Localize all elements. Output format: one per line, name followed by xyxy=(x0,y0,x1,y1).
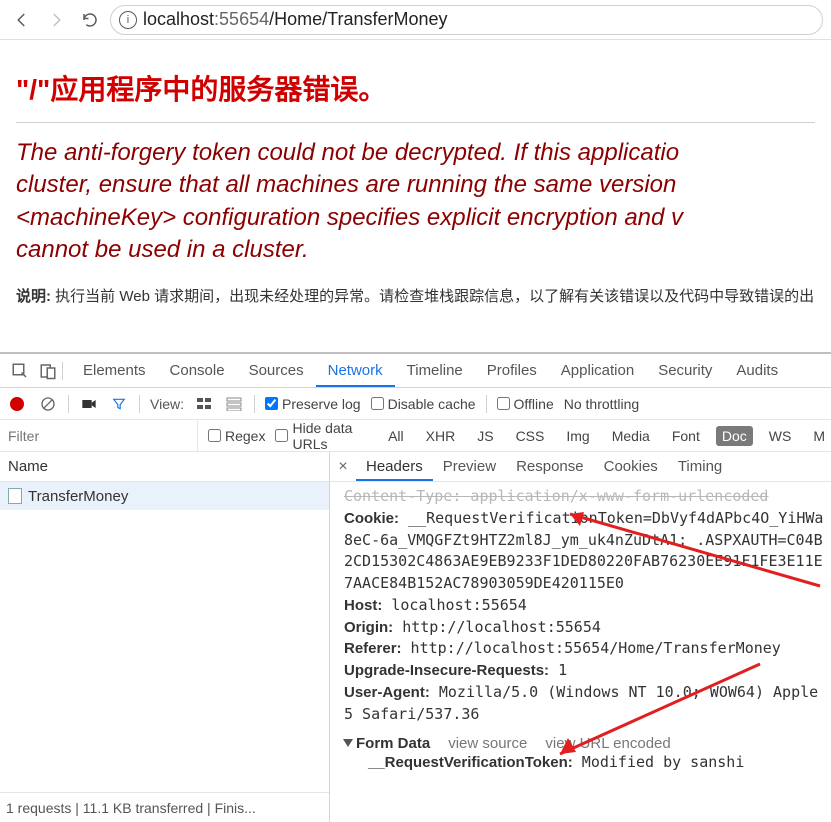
tab-profiles[interactable]: Profiles xyxy=(475,354,549,387)
view-large-icon[interactable] xyxy=(194,394,214,414)
clear-icon[interactable] xyxy=(38,394,58,414)
filter-icon[interactable] xyxy=(109,394,129,414)
type-doc[interactable]: Doc xyxy=(716,426,753,446)
type-media[interactable]: Media xyxy=(606,426,656,446)
tab-elements[interactable]: Elements xyxy=(71,354,158,387)
record-button[interactable] xyxy=(10,397,24,411)
reload-button[interactable] xyxy=(76,6,104,34)
regex-checkbox[interactable]: Regex xyxy=(208,428,265,444)
error-description: 说明: 执行当前 Web 请求期间，出现未经处理的异常。请检查堆栈跟踪信息，以了… xyxy=(16,285,815,306)
tab-network[interactable]: Network xyxy=(316,354,395,387)
document-icon xyxy=(8,488,22,504)
filter-input[interactable] xyxy=(0,421,198,451)
devtools-panel: Elements Console Sources Network Timelin… xyxy=(0,352,831,822)
type-xhr[interactable]: XHR xyxy=(420,426,462,446)
disable-cache-checkbox[interactable]: Disable cache xyxy=(371,396,476,412)
detail-tab-headers[interactable]: Headers xyxy=(356,452,433,481)
tab-timeline[interactable]: Timeline xyxy=(395,354,475,387)
type-ws[interactable]: WS xyxy=(763,426,798,446)
type-m[interactable]: M xyxy=(807,426,831,446)
detail-tab-preview[interactable]: Preview xyxy=(433,452,506,481)
hide-data-urls-checkbox[interactable]: Hide data URLs xyxy=(275,420,372,452)
type-img[interactable]: Img xyxy=(560,426,595,446)
hdr-content-type: Content-Type: application/x-www-form-url… xyxy=(344,486,831,508)
type-js[interactable]: JS xyxy=(471,426,499,446)
detail-tab-timing[interactable]: Timing xyxy=(668,452,732,481)
request-item-label: TransferMoney xyxy=(28,488,128,505)
tab-application[interactable]: Application xyxy=(549,354,646,387)
type-all[interactable]: All xyxy=(382,426,410,446)
column-header-name[interactable]: Name xyxy=(0,452,329,482)
type-font[interactable]: Font xyxy=(666,426,706,446)
network-footer: 1 requests | 11.1 KB transferred | Finis… xyxy=(0,792,329,822)
type-css[interactable]: CSS xyxy=(510,426,551,446)
tab-console[interactable]: Console xyxy=(158,354,237,387)
tab-sources[interactable]: Sources xyxy=(237,354,316,387)
back-button[interactable] xyxy=(8,6,36,34)
site-info-icon[interactable]: i xyxy=(119,11,137,29)
offline-checkbox[interactable]: Offline xyxy=(497,396,554,412)
close-detail-button[interactable]: × xyxy=(330,452,356,482)
divider xyxy=(16,122,815,123)
view-source-link[interactable]: view source xyxy=(448,735,527,752)
forward-button xyxy=(42,6,70,34)
camera-icon[interactable] xyxy=(79,394,99,414)
device-toggle-icon[interactable] xyxy=(34,357,62,385)
address-bar[interactable]: i localhost:55654/Home/TransferMoney xyxy=(110,5,823,35)
url-text: localhost:55654/Home/TransferMoney xyxy=(143,9,448,30)
tab-audits[interactable]: Audits xyxy=(724,354,790,387)
section-form-data[interactable]: Form Data view source view URL encoded xyxy=(344,735,831,752)
detail-tab-cookies[interactable]: Cookies xyxy=(594,452,668,481)
error-title: "/"应用程序中的服务器错误。 xyxy=(16,68,815,108)
view-small-icon[interactable] xyxy=(224,394,244,414)
error-message: The anti-forgery token could not be decr… xyxy=(16,137,815,267)
detail-tab-response[interactable]: Response xyxy=(506,452,594,481)
inspect-icon[interactable] xyxy=(6,357,34,385)
tab-security[interactable]: Security xyxy=(646,354,724,387)
request-item[interactable]: TransferMoney xyxy=(0,482,329,510)
throttling-select[interactable]: No throttling xyxy=(564,396,639,412)
view-url-encoded-link[interactable]: view URL encoded xyxy=(545,735,670,752)
headers-body: Content-Type: application/x-www-form-url… xyxy=(330,482,831,822)
preserve-log-checkbox[interactable]: Preserve log xyxy=(265,396,361,412)
request-list: Name TransferMoney 1 requests | 11.1 KB … xyxy=(0,452,330,822)
view-label: View: xyxy=(150,396,184,412)
